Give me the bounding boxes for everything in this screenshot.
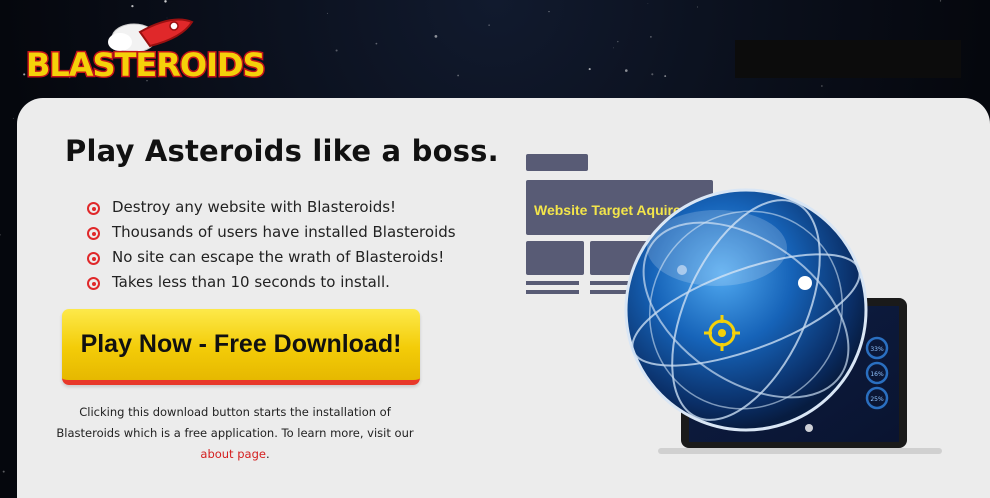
star [12, 117, 14, 119]
header-dark-panel [735, 40, 961, 78]
hero-illustration: Website Target Aquired. 33% 16% 25% [526, 154, 942, 454]
target-acquired-text: Website Target Aquired. [534, 202, 693, 218]
svg-text:25%: 25% [870, 396, 884, 403]
star [2, 470, 5, 473]
blasteroids-logo[interactable]: BLASTEROIDS [22, 8, 272, 88]
header: BLASTEROIDS [0, 0, 990, 95]
svg-text:33%: 33% [870, 346, 884, 353]
svg-text:16%: 16% [870, 371, 884, 378]
hero-card: Play Asteroids like a boss. Destroy any … [17, 98, 990, 498]
star [0, 234, 1, 236]
logo-wordmark: BLASTEROIDS [26, 46, 265, 84]
